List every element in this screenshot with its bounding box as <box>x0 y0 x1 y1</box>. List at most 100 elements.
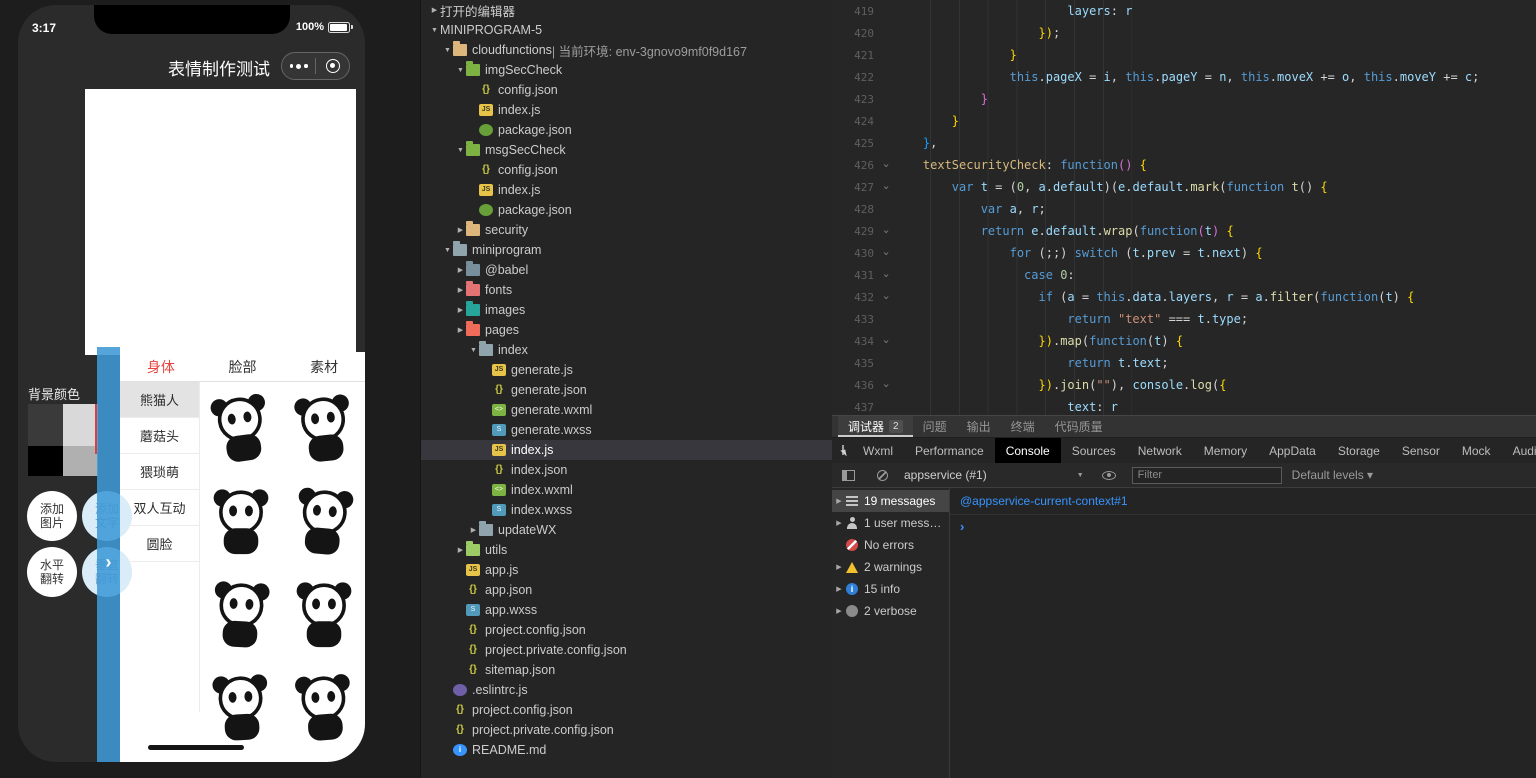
category-圆脸[interactable]: 圆脸 <box>120 526 199 562</box>
tree-file-index.wxml[interactable]: <> index.wxml <box>421 480 832 500</box>
tree-folder-miniprogram[interactable]: ▼ miniprogram <box>421 240 832 260</box>
code-line-426[interactable]: 426 › textSecurityCheck: function() { <box>832 154 1536 176</box>
eye-icon[interactable] <box>1101 470 1116 480</box>
color-swatch[interactable] <box>63 446 98 476</box>
debugger-tab-终端[interactable]: 终端 <box>1001 416 1045 437</box>
tree-file-index.js[interactable]: JS index.js <box>421 100 832 120</box>
log-levels-dropdown[interactable]: Default levels ▾ <box>1292 468 1373 482</box>
code-line-427[interactable]: 427 › var t = (0, a.default)(e.default.ma… <box>832 176 1536 198</box>
code-line-436[interactable]: 436 › }).join(""), console.log({ <box>832 374 1536 396</box>
tree-file-config.json[interactable]: {} config.json <box>421 160 832 180</box>
tree-file-index.js[interactable]: JS index.js <box>421 180 832 200</box>
devtools-tab-appdata[interactable]: AppData <box>1258 438 1327 463</box>
code-line-423[interactable]: 423 } <box>832 88 1536 110</box>
code-line-421[interactable]: 421 } <box>832 44 1536 66</box>
sheet-tab-身体[interactable]: 身体 <box>120 352 202 381</box>
clear-console-icon[interactable] <box>877 469 888 481</box>
console-filter-No-errors[interactable]: No errors <box>832 534 949 556</box>
console-filter-15-info[interactable]: ▶ i 15 info <box>832 578 949 600</box>
tree-folder-cloudfunctions[interactable]: ▼ cloudfunctions | 当前环境: env-3gnovo9mf0f9… <box>421 40 832 60</box>
tree-folder-msgSecCheck[interactable]: ▼ msgSecCheck <box>421 140 832 160</box>
tree-file-app.json[interactable]: {} app.json <box>421 580 832 600</box>
sheet-tab-素材[interactable]: 素材 <box>283 352 365 381</box>
tree-file-config.json[interactable]: {} config.json <box>421 80 832 100</box>
tool-button-添加图片[interactable]: 添加 图片 <box>27 491 77 541</box>
panda-sticker[interactable] <box>205 482 277 565</box>
tree-file-package.json[interactable]: package.json <box>421 200 832 220</box>
fold-chevron-icon[interactable]: › <box>878 159 894 172</box>
category-猥琐萌[interactable]: 猥琐萌 <box>120 454 199 490</box>
tool-button-水平翻转[interactable]: 水平 翻转 <box>27 547 77 597</box>
console-output[interactable]: @appservice-current-context#1 › <box>950 488 1536 778</box>
panda-sticker[interactable] <box>205 389 277 472</box>
fold-chevron-icon[interactable]: › <box>878 291 894 304</box>
devtools-tab-storage[interactable]: Storage <box>1327 438 1391 463</box>
tree-folder-pages[interactable]: ▶ pages <box>421 320 832 340</box>
sheet-tab-脸部[interactable]: 脸部 <box>202 352 284 381</box>
panda-sticker[interactable] <box>288 668 360 751</box>
fold-chevron-icon[interactable]: › <box>878 335 894 348</box>
tree-file-project.config.json[interactable]: {} project.config.json <box>421 620 832 640</box>
code-line-429[interactable]: 429 › return e.default.wrap(function(t) { <box>832 220 1536 242</box>
console-filter-2-warnings[interactable]: ▶ 2 warnings <box>832 556 949 578</box>
panda-sticker[interactable] <box>205 575 277 658</box>
fold-chevron-icon[interactable]: › <box>878 379 894 392</box>
fold-chevron-icon[interactable]: › <box>878 225 894 238</box>
panda-sticker[interactable] <box>205 668 277 751</box>
drawer-toggle-bar[interactable]: › <box>97 347 120 762</box>
tree-folder-updateWX[interactable]: ▶ updateWX <box>421 520 832 540</box>
code-line-432[interactable]: 432 › if (a = this.data.layers, r = a.fil… <box>832 286 1536 308</box>
category-蘑菇头[interactable]: 蘑菇头 <box>120 418 199 454</box>
color-swatch[interactable] <box>28 404 63 446</box>
debugger-tab-调试器[interactable]: 调试器 2 <box>838 416 913 437</box>
close-minimize-button[interactable] <box>316 59 349 73</box>
code-line-435[interactable]: 435 return t.text; <box>832 352 1536 374</box>
more-menu-button[interactable] <box>282 63 315 69</box>
devtools-tab-wxml[interactable]: Wxml <box>852 438 904 463</box>
panda-sticker[interactable] <box>288 575 360 658</box>
code-line-420[interactable]: 420 }); <box>832 22 1536 44</box>
color-picker-indicator[interactable] <box>95 404 97 454</box>
devtools-tab-sensor[interactable]: Sensor <box>1391 438 1451 463</box>
fold-chevron-icon[interactable]: › <box>878 181 894 194</box>
code-line-422[interactable]: 422 this.pageX = i, this.pageY = n, this… <box>832 66 1536 88</box>
tree-file-index.json[interactable]: {} index.json <box>421 460 832 480</box>
context-selector[interactable]: appservice (#1) <box>904 468 987 482</box>
tree-folder-打开的编辑器[interactable]: ▶ 打开的编辑器 <box>421 0 832 20</box>
inspect-element-icon[interactable] <box>842 445 844 455</box>
color-swatch[interactable] <box>28 446 63 476</box>
tree-folder-security[interactable]: ▶ security <box>421 220 832 240</box>
devtools-tab-performance[interactable]: Performance <box>904 438 995 463</box>
tree-folder-MINIPROGRAM-5[interactable]: ▼ MINIPROGRAM-5 <box>421 20 832 40</box>
fold-chevron-icon[interactable]: › <box>878 269 894 282</box>
tree-file-generate.json[interactable]: {} generate.json <box>421 380 832 400</box>
code-line-419[interactable]: 419 layers: r <box>832 0 1536 22</box>
code-line-437[interactable]: 437 text: r <box>832 396 1536 415</box>
tree-folder-images[interactable]: ▶ images <box>421 300 832 320</box>
code-line-433[interactable]: 433 return "text" === t.type; <box>832 308 1536 330</box>
tree-file-sitemap.json[interactable]: {} sitemap.json <box>421 660 832 680</box>
code-line-430[interactable]: 430 › for (;;) switch (t.prev = t.next) { <box>832 242 1536 264</box>
tree-file-project.config.json[interactable]: {} project.config.json <box>421 700 832 720</box>
tree-file-generate.js[interactable]: JS generate.js <box>421 360 832 380</box>
code-line-434[interactable]: 434 › }).map(function(t) { <box>832 330 1536 352</box>
tree-folder-fonts[interactable]: ▶ fonts <box>421 280 832 300</box>
console-filter-input[interactable] <box>1131 466 1282 484</box>
tree-file-project.private.config.json[interactable]: {} project.private.config.json <box>421 720 832 740</box>
devtools-tab-console[interactable]: Console <box>994 438 1061 463</box>
tree-file-README.md[interactable]: i README.md <box>421 740 832 760</box>
tree-file-index.wxss[interactable]: Sindex.wxss <box>421 500 832 520</box>
tree-file-index.js[interactable]: JS index.js <box>421 440 832 460</box>
tree-folder-utils[interactable]: ▶ utils <box>421 540 832 560</box>
devtools-tab-audits[interactable]: Audits <box>1502 438 1536 463</box>
console-prompt[interactable]: › <box>950 515 1536 534</box>
category-双人互动[interactable]: 双人互动 <box>120 490 199 526</box>
debugger-tab-代码质量[interactable]: 代码质量 <box>1045 416 1113 437</box>
panda-sticker[interactable] <box>288 389 360 472</box>
tree-file-project.private.config.json[interactable]: {} project.private.config.json <box>421 640 832 660</box>
devtools-tab-mock[interactable]: Mock <box>1451 438 1502 463</box>
emoji-canvas[interactable] <box>85 89 356 355</box>
devtools-tab-sources[interactable]: Sources <box>1061 438 1127 463</box>
tree-folder-imgSecCheck[interactable]: ▼ imgSecCheck <box>421 60 832 80</box>
console-filter-1-user-mess…[interactable]: ▶ 1 user mess… <box>832 512 949 534</box>
